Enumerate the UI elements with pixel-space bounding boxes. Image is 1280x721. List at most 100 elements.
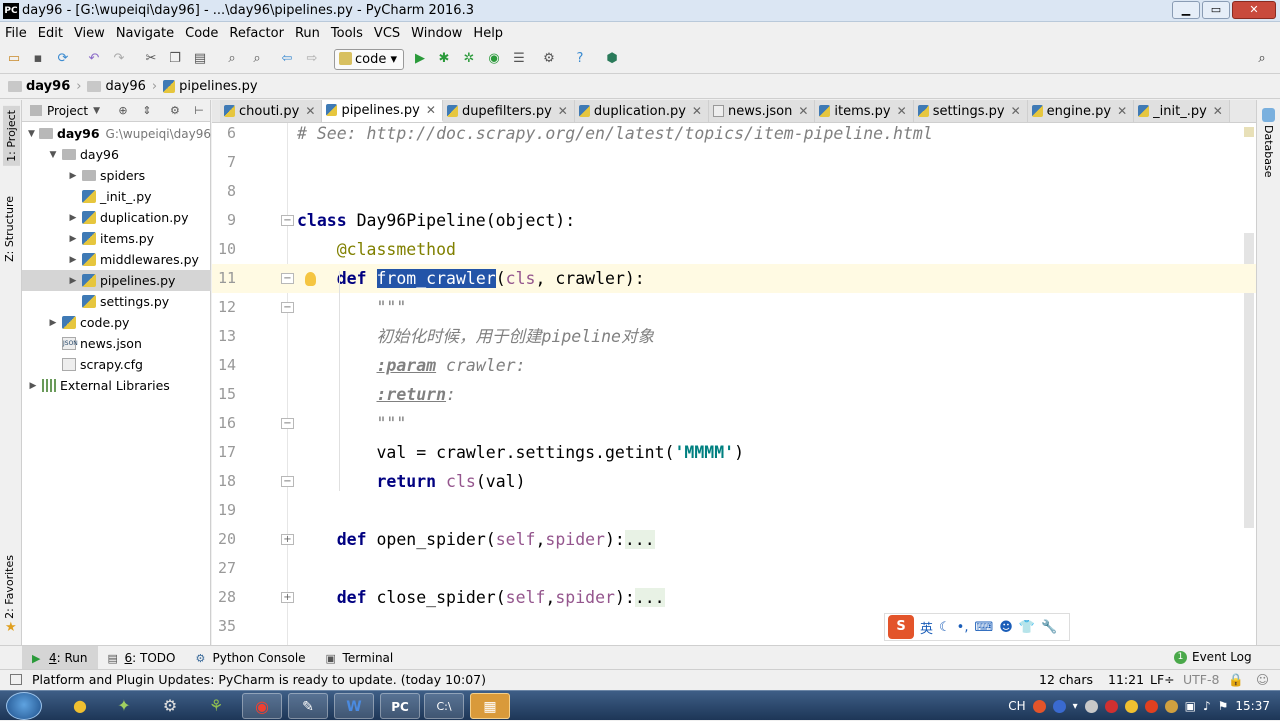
fold-marker-icon[interactable]: − xyxy=(281,302,294,313)
close-tab-icon[interactable]: ✕ xyxy=(305,104,315,118)
fold-marker-icon[interactable]: − xyxy=(281,418,294,429)
code-line[interactable]: 17 val = crawler.settings.getint('MMMM') xyxy=(212,438,1256,467)
project-view-select[interactable]: Project xyxy=(47,104,88,118)
menu-vcs[interactable]: VCS xyxy=(374,26,400,41)
fold-marker-icon[interactable]: + xyxy=(281,592,294,603)
tree-item[interactable]: ▶ middlewares.py xyxy=(22,249,211,270)
close-tab-icon[interactable]: ✕ xyxy=(1011,104,1021,118)
file-encoding[interactable]: UTF-8 xyxy=(1183,672,1219,687)
event-log-button[interactable]: 1 Event Log xyxy=(1174,650,1252,664)
redo-icon[interactable]: ↷ xyxy=(111,51,127,67)
chevron-down-icon[interactable]: ▾ xyxy=(1073,701,1078,712)
line-separator[interactable]: LF÷ xyxy=(1150,672,1175,687)
sync-icon[interactable]: ⟳ xyxy=(55,51,71,67)
tool-windows-icon[interactable] xyxy=(10,674,22,685)
code-editor[interactable]: 6 # See: http://doc.scrapy.org/en/latest/… xyxy=(212,123,1256,645)
code-line[interactable]: 28 + def close_spider(self,spider):... xyxy=(212,583,1256,612)
close-tab-icon[interactable]: ✕ xyxy=(558,104,568,118)
help-tray-icon[interactable] xyxy=(1052,699,1066,713)
tree-item[interactable]: settings.py xyxy=(22,291,211,312)
back-icon[interactable]: ⇦ xyxy=(279,51,295,67)
tray-icon[interactable] xyxy=(1144,699,1158,713)
close-tab-icon[interactable]: ✕ xyxy=(426,103,436,117)
code-line[interactable]: 6 # See: http://doc.scrapy.org/en/latest/… xyxy=(212,123,1256,148)
profile-icon[interactable]: ◉ xyxy=(486,51,502,67)
user-icon[interactable]: ☻ xyxy=(999,620,1013,635)
chevron-right-icon[interactable]: ▶ xyxy=(68,171,78,181)
help-icon[interactable]: ? xyxy=(572,51,588,67)
app-icon[interactable]: ⚙ xyxy=(150,693,190,719)
run-icon[interactable]: ▶ xyxy=(412,51,428,67)
start-button[interactable] xyxy=(6,692,42,720)
input-language[interactable]: CH xyxy=(1008,699,1025,713)
close-tab-icon[interactable]: ✕ xyxy=(692,104,702,118)
code-line[interactable]: 18 − return cls(val) xyxy=(212,467,1256,496)
close-tab-icon[interactable]: ✕ xyxy=(897,104,907,118)
ime-toolbar[interactable]: S 英 ☾ •, ⌨ ☻ 👕 🔧 xyxy=(884,613,1070,641)
run-config-select[interactable]: code ▾ xyxy=(334,49,404,70)
bottom-tab[interactable]: ⚙ Python Console xyxy=(185,646,315,670)
debug-icon[interactable]: ✱ xyxy=(436,51,452,67)
menu-run[interactable]: Run xyxy=(295,26,320,41)
forward-icon[interactable]: ⇨ xyxy=(304,51,320,67)
maximize-button[interactable]: ▭ xyxy=(1202,1,1230,19)
settings-icon[interactable]: ⚙ xyxy=(541,51,557,67)
editor-tab[interactable]: duplication.py ✕ xyxy=(574,100,709,122)
lock-icon[interactable]: 🔒 xyxy=(1228,672,1244,688)
cmd-icon[interactable]: C:\ xyxy=(424,693,464,719)
code-line[interactable]: 19 xyxy=(212,496,1256,525)
code-line[interactable]: 8 xyxy=(212,177,1256,206)
cut-icon[interactable]: ✂ xyxy=(143,51,159,67)
menu-edit[interactable]: Edit xyxy=(38,26,63,41)
chevron-right-icon[interactable]: ▶ xyxy=(28,381,38,391)
menu-view[interactable]: View xyxy=(74,26,105,41)
code-line[interactable]: 35 xyxy=(212,612,1256,641)
open-folder-icon[interactable]: ▭ xyxy=(6,51,22,67)
bottom-tab[interactable]: ▣ Terminal xyxy=(316,646,404,670)
app-icon[interactable]: ✦ xyxy=(104,693,144,719)
code-line[interactable]: 20 + def open_spider(self,spider):... xyxy=(212,525,1256,554)
editor-tab[interactable]: dupefilters.py ✕ xyxy=(442,100,575,122)
close-tab-icon[interactable]: ✕ xyxy=(1213,104,1223,118)
code-line[interactable]: 16 − """ xyxy=(212,409,1256,438)
bottom-tab[interactable]: ▶ 4: Run xyxy=(22,645,98,670)
database-tool-tab[interactable]: Database xyxy=(1262,125,1275,178)
inspector-icon[interactable]: ☺ xyxy=(1256,672,1269,687)
menu-refactor[interactable]: Refactor xyxy=(229,26,284,41)
chevron-down-icon[interactable]: ▼ xyxy=(48,150,58,160)
word-icon[interactable]: W xyxy=(334,693,374,719)
chevron-right-icon[interactable]: ▶ xyxy=(68,213,78,223)
fold-marker-icon[interactable]: + xyxy=(281,534,294,545)
fold-marker-icon[interactable]: − xyxy=(281,215,294,226)
menu-file[interactable]: File xyxy=(5,26,27,41)
editor-tab[interactable]: _init_.py ✕ xyxy=(1134,100,1230,122)
menu-navigate[interactable]: Navigate xyxy=(116,26,174,41)
app-icon[interactable]: ● xyxy=(60,693,100,719)
editor-tab[interactable]: engine.py ✕ xyxy=(1027,100,1135,122)
tree-item[interactable]: JSON news.json xyxy=(22,333,211,354)
tree-item[interactable]: ▶ spiders xyxy=(22,165,211,186)
code-line[interactable]: 9 − class Day96Pipeline(object): xyxy=(212,206,1256,235)
minimize-button[interactable]: ▁ xyxy=(1172,1,1200,19)
breadcrumb-file[interactable]: pipelines.py xyxy=(163,79,258,94)
editor-tab[interactable]: pipelines.py ✕ xyxy=(322,100,443,122)
code-line[interactable]: 7 xyxy=(212,148,1256,177)
tree-item[interactable]: ▼ day96 xyxy=(22,144,211,165)
project-tool-tab[interactable]: 1: Project xyxy=(3,106,20,166)
plugin-icon[interactable]: ⬢ xyxy=(604,51,620,67)
chrome-icon[interactable]: ◉ xyxy=(242,693,282,719)
code-line[interactable]: 15 :return: xyxy=(212,380,1256,409)
search-everywhere-icon[interactable]: ⌕ xyxy=(1254,51,1270,67)
tray-icon[interactable] xyxy=(1124,699,1138,713)
editor-tab[interactable]: settings.py ✕ xyxy=(913,100,1028,122)
copy-icon[interactable]: ❐ xyxy=(167,51,183,67)
save-icon[interactable]: ▪ xyxy=(30,51,46,67)
tree-item[interactable]: ▼ day96 G:\wupeiqi\day96 xyxy=(22,123,211,144)
menu-tools[interactable]: Tools xyxy=(331,26,363,41)
status-message[interactable]: Platform and Plugin Updates: PyCharm is … xyxy=(32,672,486,687)
editor-tab[interactable]: items.py ✕ xyxy=(815,100,914,122)
tree-item[interactable]: ▶ External Libraries xyxy=(22,375,211,396)
chevron-down-icon[interactable]: ▼ xyxy=(28,129,35,139)
concurrency-icon[interactable]: ☰ xyxy=(511,51,527,67)
code-line[interactable]: 10 @classmethod xyxy=(212,235,1256,264)
